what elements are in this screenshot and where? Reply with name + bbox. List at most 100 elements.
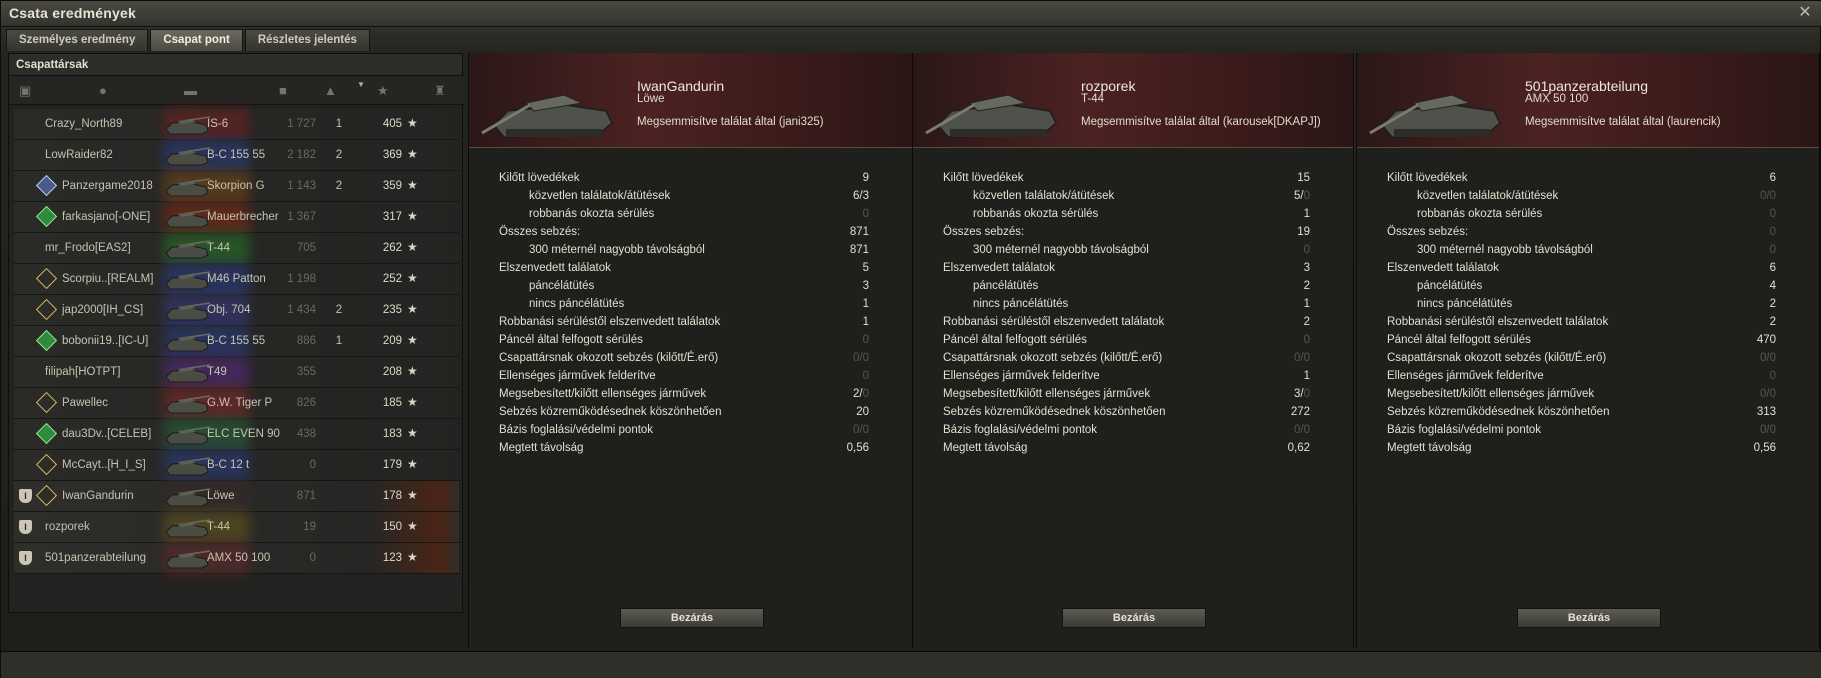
player-name: Pawellec — [62, 397, 109, 409]
stat-label: Páncél által felfogott sérülés — [943, 334, 1087, 346]
stat-row: Sebzés közreműködésednek köszönhetően 20 — [499, 404, 869, 422]
stat-row: Összes sebzés: 19 — [943, 224, 1310, 242]
team-row[interactable]: LowRaider82 B-C 155 55 2 182 2 369 ★ — [14, 140, 459, 171]
team-row[interactable]: filipah[HOTPT] T49 355 208 ★ — [14, 357, 459, 388]
stat-row: Kilőtt lövedékek 9 — [499, 170, 869, 188]
tank-name: Mauerbrecher — [207, 211, 279, 223]
damage-value: 871 — [296, 490, 316, 502]
stat-row: Kilőtt lövedékek 15 — [943, 170, 1310, 188]
stat-value: 0/0 — [1760, 424, 1776, 436]
team-panel: Csapattársak ▣ ● ▬ ■ ▲ ▼ ★ ♜ Crazy_North… — [8, 53, 464, 613]
tank-thumbnail-icon — [165, 457, 211, 476]
stat-label: Páncél által felfogott sérülés — [499, 334, 643, 346]
stat-row: közvetlen találatok/átütések 6/3 — [499, 188, 869, 206]
stat-row: páncélátütés 2 — [943, 278, 1310, 296]
team-row[interactable]: Scorpiu..[REALM] M46 Patton 1 198 252 ★ — [14, 264, 459, 295]
player-name: rozporek — [1081, 78, 1136, 94]
player-name: IwanGandurin — [637, 78, 725, 94]
xp-value: 150 — [382, 521, 402, 533]
team-list: Crazy_North89 IS-6 1 727 1 405 ★ LowRaider82 … — [14, 109, 459, 574]
tank-name: AMX 50 100 — [207, 552, 271, 564]
team-row[interactable]: jap2000[IH_CS] Obj. 704 1 434 2 235 ★ — [14, 295, 459, 326]
close-button[interactable]: Bezárás — [1517, 608, 1661, 628]
team-row[interactable]: Panzergame2018 Skorpion G 1 143 2 359 ★ — [14, 171, 459, 202]
stat-row: nincs páncélátütés 1 — [499, 296, 869, 314]
damage-value: 355 — [296, 366, 316, 378]
tank-thumbnail-icon — [165, 519, 211, 538]
stat-row: Páncél által felfogott sérülés 0 — [943, 332, 1310, 350]
team-row[interactable]: Crazy_North89 IS-6 1 727 1 405 ★ — [14, 109, 459, 140]
team-row[interactable]: Pawellec G.W. Tiger P 826 185 ★ — [14, 388, 459, 419]
stat-value: 0 — [1769, 208, 1776, 220]
close-button[interactable]: Bezárás — [620, 608, 764, 628]
kills-value: 2 — [335, 149, 343, 161]
stat-value: 0/0 — [853, 424, 869, 436]
stat-row: Csapattársnak okozott sebzés (kilőtt/É.e… — [943, 350, 1310, 368]
stat-label: Megtett távolság — [499, 442, 584, 454]
xp-value: 262 — [382, 242, 402, 254]
stat-value: 0 — [1769, 370, 1776, 382]
star-icon: ★ — [407, 395, 418, 409]
status-column-icon[interactable]: ♜ — [434, 83, 446, 99]
tank-name: Obj. 704 — [207, 304, 251, 316]
tank-column-icon[interactable]: ▬ — [184, 83, 197, 98]
kills-value: 1 — [335, 335, 343, 347]
star-icon: ★ — [407, 488, 418, 502]
stat-row: közvetlen találatok/átütések 5/0 — [943, 188, 1310, 206]
tab-detailed-report[interactable]: Részletes jelentés — [244, 29, 370, 51]
mastery-badge-icon — [35, 422, 58, 445]
damage-value: 2 182 — [287, 149, 316, 161]
player-name: rozporek — [45, 521, 90, 533]
close-button[interactable]: Bezárás — [1062, 608, 1206, 628]
team-row[interactable]: I 501panzerabteilung AMX 50 100 0 123 ★ — [14, 543, 459, 574]
player-name: Scorpiu..[REALM] — [62, 273, 154, 285]
stat-row: robbanás okozta sérülés 0 — [1387, 206, 1776, 224]
damage-value: 1 727 — [287, 118, 316, 130]
stat-label: Összes sebzés: — [943, 226, 1025, 238]
team-row[interactable]: mr_Frodo[EAS2] T-44 705 262 ★ — [14, 233, 459, 264]
player-name: mr_Frodo[EAS2] — [45, 242, 131, 254]
team-panel-title: Csapattársak — [9, 54, 462, 76]
stats-list: Kilőtt lövedékek 6 közvetlen találatok/át… — [1387, 170, 1776, 458]
player-column-icon[interactable]: ● — [99, 83, 107, 98]
stat-label: robbanás okozta sérülés — [1417, 208, 1543, 220]
stat-label: nincs páncélátütés — [529, 298, 625, 310]
damage-column-icon[interactable]: ■ — [279, 83, 287, 98]
tab-team-score[interactable]: Csapat pont — [150, 29, 243, 51]
star-icon: ★ — [407, 457, 418, 471]
stat-row: Összes sebzés: 871 — [499, 224, 869, 242]
stat-value: 0 — [1303, 334, 1310, 346]
stat-row: 300 méternél nagyobb távolságból 871 — [499, 242, 869, 260]
close-icon[interactable]: ✕ — [1796, 4, 1814, 22]
star-icon: ★ — [407, 519, 418, 533]
team-row[interactable]: dau3Dv..[CELEB] ELC EVEN 90 438 183 ★ — [14, 419, 459, 450]
kills-column-icon[interactable]: ▲ — [324, 83, 337, 98]
stat-row: páncélátütés 3 — [499, 278, 869, 296]
xp-column-icon[interactable]: ★ — [377, 83, 389, 99]
platoon-shield-icon: I — [19, 551, 32, 565]
platoon-column-icon[interactable]: ▣ — [19, 83, 31, 99]
stat-row: robbanás okozta sérülés 0 — [499, 206, 869, 224]
player-name: 501panzerabteilung — [1525, 78, 1648, 94]
stat-row: Robbanási sérüléstől elszenvedett talála… — [943, 314, 1310, 332]
stat-value: 0/0 — [1760, 388, 1776, 400]
team-row[interactable]: farkasjano[-ONE] Mauerbrecher 1 367 317 ★ — [14, 202, 459, 233]
stat-label: Kilőtt lövedékek — [943, 172, 1024, 184]
stat-value: 2 — [1303, 316, 1310, 328]
stat-label: Csapattársnak okozott sebzés (kilőtt/É.e… — [1387, 352, 1607, 364]
team-row[interactable]: Irozporek T-44 19 150 ★ — [14, 512, 459, 543]
team-row[interactable]: bobonii19..[IC-U] B-C 155 55 886 1 209 ★ — [14, 326, 459, 357]
team-row[interactable]: McCayt..[H_I_S] B-C 12 t 0 179 ★ — [14, 450, 459, 481]
kills-value: 2 — [335, 304, 343, 316]
stat-label: Elszenvedett találatok — [499, 262, 611, 274]
stat-value: 0,62 — [1287, 442, 1310, 454]
tank-name: Löwe — [637, 93, 665, 105]
tab-personal-result[interactable]: Személyes eredmény — [6, 29, 149, 51]
tank-thumbnail-icon — [165, 550, 211, 569]
stat-value: 0/0 — [1294, 424, 1310, 436]
stat-row: Megsebesített/kilőtt ellenséges járművek… — [1387, 386, 1776, 404]
column-header-row: ▣ ● ▬ ■ ▲ ▼ ★ ♜ — [9, 77, 464, 105]
stat-row: 300 méternél nagyobb távolságból 0 — [943, 242, 1310, 260]
player-name: LowRaider82 — [45, 149, 113, 161]
team-row[interactable]: I IwanGandurin Löwe 871 178 ★ — [14, 481, 459, 512]
